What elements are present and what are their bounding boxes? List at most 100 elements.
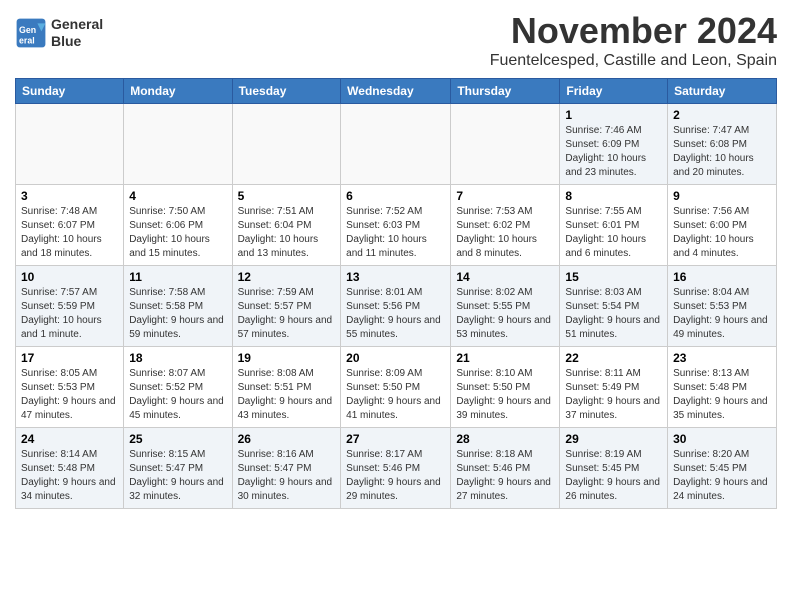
day-number: 30 <box>673 432 771 446</box>
day-info: Sunrise: 8:02 AM Sunset: 5:55 PM Dayligh… <box>456 286 554 342</box>
day-number: 3 <box>21 189 118 203</box>
calendar-cell: 1 Sunrise: 7:46 AM Sunset: 6:09 PM Daylig… <box>560 104 668 185</box>
calendar-cell: 24 Sunrise: 8:14 AM Sunset: 5:48 PM Dayli… <box>16 428 124 509</box>
logo-line2: Blue <box>51 33 103 50</box>
calendar-cell: 18 Sunrise: 8:07 AM Sunset: 5:52 PM Dayli… <box>124 347 232 428</box>
day-info: Sunrise: 7:52 AM Sunset: 6:03 PM Dayligh… <box>346 205 445 261</box>
day-info: Sunrise: 7:55 AM Sunset: 6:01 PM Dayligh… <box>565 205 662 261</box>
day-number: 5 <box>238 189 336 203</box>
day-info: Sunrise: 7:48 AM Sunset: 6:07 PM Dayligh… <box>21 205 118 261</box>
calendar-cell: 27 Sunrise: 8:17 AM Sunset: 5:46 PM Dayli… <box>341 428 451 509</box>
day-number: 14 <box>456 270 554 284</box>
day-number: 16 <box>673 270 771 284</box>
calendar-cell: 17 Sunrise: 8:05 AM Sunset: 5:53 PM Dayli… <box>16 347 124 428</box>
calendar-cell: 23 Sunrise: 8:13 AM Sunset: 5:48 PM Dayli… <box>668 347 777 428</box>
day-number: 22 <box>565 351 662 365</box>
calendar-cell: 20 Sunrise: 8:09 AM Sunset: 5:50 PM Dayli… <box>341 347 451 428</box>
day-info: Sunrise: 7:50 AM Sunset: 6:06 PM Dayligh… <box>129 205 226 261</box>
calendar-cell: 10 Sunrise: 7:57 AM Sunset: 5:59 PM Dayli… <box>16 266 124 347</box>
weekday-header: Monday <box>124 79 232 104</box>
day-number: 18 <box>129 351 226 365</box>
calendar-table: SundayMondayTuesdayWednesdayThursdayFrid… <box>15 78 777 509</box>
calendar-cell: 2 Sunrise: 7:47 AM Sunset: 6:08 PM Daylig… <box>668 104 777 185</box>
calendar-cell: 11 Sunrise: 7:58 AM Sunset: 5:58 PM Dayli… <box>124 266 232 347</box>
day-info: Sunrise: 7:57 AM Sunset: 5:59 PM Dayligh… <box>21 286 118 342</box>
calendar-cell: 3 Sunrise: 7:48 AM Sunset: 6:07 PM Daylig… <box>16 185 124 266</box>
calendar-cell: 8 Sunrise: 7:55 AM Sunset: 6:01 PM Daylig… <box>560 185 668 266</box>
calendar-cell <box>341 104 451 185</box>
calendar-cell: 13Sunrise: 8:01 AM Sunset: 5:56 PM Dayli… <box>341 266 451 347</box>
day-info: Sunrise: 8:20 AM Sunset: 5:45 PM Dayligh… <box>673 448 771 504</box>
calendar-cell: 29Sunrise: 8:19 AM Sunset: 5:45 PM Dayli… <box>560 428 668 509</box>
location-title: Fuentelcesped, Castille and Leon, Spain <box>490 52 777 70</box>
day-number: 8 <box>565 189 662 203</box>
day-info: Sunrise: 8:05 AM Sunset: 5:53 PM Dayligh… <box>21 367 118 423</box>
weekday-header: Sunday <box>16 79 124 104</box>
calendar-cell <box>124 104 232 185</box>
calendar-cell <box>451 104 560 185</box>
title-section: November 2024 Fuentelcesped, Castille an… <box>490 10 777 70</box>
day-number: 27 <box>346 432 445 446</box>
day-info: Sunrise: 8:03 AM Sunset: 5:54 PM Dayligh… <box>565 286 662 342</box>
day-info: Sunrise: 7:47 AM Sunset: 6:08 PM Dayligh… <box>673 124 771 180</box>
day-number: 21 <box>456 351 554 365</box>
day-info: Sunrise: 8:15 AM Sunset: 5:47 PM Dayligh… <box>129 448 226 504</box>
day-info: Sunrise: 8:14 AM Sunset: 5:48 PM Dayligh… <box>21 448 118 504</box>
day-number: 1 <box>565 108 662 122</box>
day-number: 11 <box>129 270 226 284</box>
day-info: Sunrise: 8:16 AM Sunset: 5:47 PM Dayligh… <box>238 448 336 504</box>
svg-text:Gen: Gen <box>19 25 36 35</box>
calendar-cell: 28 Sunrise: 8:18 AM Sunset: 5:46 PM Dayli… <box>451 428 560 509</box>
svg-text:eral: eral <box>19 35 35 45</box>
day-info: Sunrise: 7:51 AM Sunset: 6:04 PM Dayligh… <box>238 205 336 261</box>
day-info: Sunrise: 7:58 AM Sunset: 5:58 PM Dayligh… <box>129 286 226 342</box>
calendar-cell: 14 Sunrise: 8:02 AM Sunset: 5:55 PM Dayli… <box>451 266 560 347</box>
logo-icon: Gen eral <box>15 17 47 49</box>
day-info: Sunrise: 7:59 AM Sunset: 5:57 PM Dayligh… <box>238 286 336 342</box>
day-info: Sunrise: 8:17 AM Sunset: 5:46 PM Dayligh… <box>346 448 445 504</box>
calendar-cell: 4 Sunrise: 7:50 AM Sunset: 6:06 PM Daylig… <box>124 185 232 266</box>
calendar-cell: 6 Sunrise: 7:52 AM Sunset: 6:03 PM Daylig… <box>341 185 451 266</box>
day-number: 6 <box>346 189 445 203</box>
calendar-cell: 26Sunrise: 8:16 AM Sunset: 5:47 PM Dayli… <box>232 428 341 509</box>
calendar-cell <box>16 104 124 185</box>
calendar-cell: 22 Sunrise: 8:11 AM Sunset: 5:49 PM Dayli… <box>560 347 668 428</box>
calendar-cell <box>232 104 341 185</box>
calendar-week-row: 17 Sunrise: 8:05 AM Sunset: 5:53 PM Dayli… <box>16 347 777 428</box>
day-number: 2 <box>673 108 771 122</box>
weekday-header: Wednesday <box>341 79 451 104</box>
calendar-cell: 30 Sunrise: 8:20 AM Sunset: 5:45 PM Dayli… <box>668 428 777 509</box>
calendar-cell: 16Sunrise: 8:04 AM Sunset: 5:53 PM Dayli… <box>668 266 777 347</box>
day-number: 29 <box>565 432 662 446</box>
page-header: Gen eral General Blue November 2024 Fuen… <box>15 10 777 70</box>
calendar-cell: 12Sunrise: 7:59 AM Sunset: 5:57 PM Dayli… <box>232 266 341 347</box>
day-number: 10 <box>21 270 118 284</box>
weekday-header: Thursday <box>451 79 560 104</box>
calendar-cell: 7Sunrise: 7:53 AM Sunset: 6:02 PM Daylig… <box>451 185 560 266</box>
day-info: Sunrise: 8:09 AM Sunset: 5:50 PM Dayligh… <box>346 367 445 423</box>
day-number: 24 <box>21 432 118 446</box>
weekday-header: Friday <box>560 79 668 104</box>
day-info: Sunrise: 8:07 AM Sunset: 5:52 PM Dayligh… <box>129 367 226 423</box>
day-info: Sunrise: 8:11 AM Sunset: 5:49 PM Dayligh… <box>565 367 662 423</box>
day-number: 19 <box>238 351 336 365</box>
day-number: 4 <box>129 189 226 203</box>
calendar-cell: 25Sunrise: 8:15 AM Sunset: 5:47 PM Dayli… <box>124 428 232 509</box>
day-info: Sunrise: 8:10 AM Sunset: 5:50 PM Dayligh… <box>456 367 554 423</box>
day-number: 23 <box>673 351 771 365</box>
weekday-header-row: SundayMondayTuesdayWednesdayThursdayFrid… <box>16 79 777 104</box>
calendar-week-row: 10 Sunrise: 7:57 AM Sunset: 5:59 PM Dayli… <box>16 266 777 347</box>
day-number: 20 <box>346 351 445 365</box>
day-info: Sunrise: 7:46 AM Sunset: 6:09 PM Dayligh… <box>565 124 662 180</box>
calendar-cell: 15 Sunrise: 8:03 AM Sunset: 5:54 PM Dayli… <box>560 266 668 347</box>
calendar-cell: 9Sunrise: 7:56 AM Sunset: 6:00 PM Daylig… <box>668 185 777 266</box>
day-number: 9 <box>673 189 771 203</box>
day-info: Sunrise: 8:13 AM Sunset: 5:48 PM Dayligh… <box>673 367 771 423</box>
month-title: November 2024 <box>490 10 777 52</box>
day-number: 28 <box>456 432 554 446</box>
day-number: 13 <box>346 270 445 284</box>
calendar-week-row: 1 Sunrise: 7:46 AM Sunset: 6:09 PM Daylig… <box>16 104 777 185</box>
day-info: Sunrise: 8:18 AM Sunset: 5:46 PM Dayligh… <box>456 448 554 504</box>
day-number: 15 <box>565 270 662 284</box>
day-number: 17 <box>21 351 118 365</box>
